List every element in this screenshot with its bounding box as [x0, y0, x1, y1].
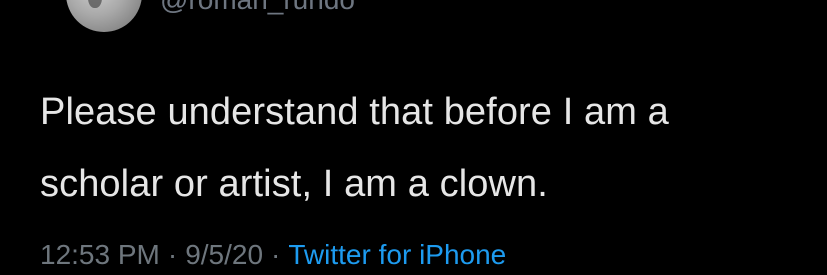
tweet-date[interactable]: 9/5/20 [185, 239, 263, 270]
tweet-meta: 12:53 PM · 9/5/20 · Twitter for iPhone [40, 239, 506, 271]
meta-separator: · [167, 239, 178, 270]
tweet-source-link[interactable]: Twitter for iPhone [288, 239, 506, 270]
user-handle[interactable]: @roman_rundo [160, 0, 355, 16]
avatar[interactable] [66, 0, 142, 32]
tweet-time[interactable]: 12:53 PM [40, 239, 160, 270]
tweet-text-line: scholar or artist, I am a clown. [40, 163, 548, 206]
meta-separator: · [271, 239, 281, 270]
tweet-text-line: Please understand that before I am a [40, 91, 669, 133]
tweet-text: Please understand that before I am a sch… [40, 76, 780, 220]
